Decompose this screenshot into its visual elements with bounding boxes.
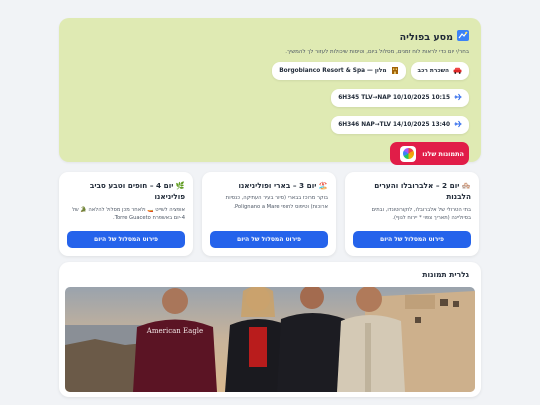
flight-return-label: 6H346 NAP→TLV 14/10/2025 13:40 — [338, 122, 450, 128]
car-rental-chip[interactable]: השכרת רכב — [410, 62, 469, 80]
photos-button-label: התמונות שלנו — [422, 149, 464, 158]
day-3-title: 🏖️ יום 3 – בארי ופוליניאנו — [238, 181, 328, 190]
day-2-title: 🏘️ יום 2 – אלברובלו והערים הלבנות — [374, 181, 471, 202]
our-photos-button[interactable]: התמונות שלנו — [390, 142, 469, 165]
day-card-2: 🏘️ יום 2 – אלברובלו והערים הלבנות בתי הט… — [345, 172, 479, 256]
flight-chip-return[interactable]: 6H346 NAP→TLV 14/10/2025 13:40 — [331, 116, 469, 134]
gallery-title: גלרית תמונות — [422, 270, 469, 279]
day-2-description: בתי הטרולי של אלברובלו, לוקורוטונדו, ובת… — [371, 206, 471, 221]
trip-hero-card: מסע בפוליה בחר/י יום כדי לראות לוח זמנים… — [59, 18, 481, 165]
hero-subtitle: בחר/י יום כדי לראות לוח זמנים, מסלול ביו… — [285, 49, 469, 55]
day-4-details-button[interactable]: פירוט המסלול של היום — [67, 231, 185, 248]
flight-outbound-label: 6H345 TLV→NAP 10/10/2025 10:15 — [338, 95, 450, 101]
day-4-description: אופציה לשייט 🚤 ולאחר מכן מסלול להלאה 🐊 ש… — [72, 206, 185, 221]
hero-title-row: מסע בפוליה — [71, 30, 469, 44]
plane-icon — [454, 93, 462, 103]
plane-icon — [454, 120, 462, 130]
day-card-3: 🏖️ יום 3 – בארי ופוליניאנו בוקר מרוכז בב… — [202, 172, 336, 256]
day-4-title: 🌿 יום 4 – חופים וטבע סביב פוליניאנו — [89, 181, 185, 202]
flight-row-1: 6H345 TLV→NAP 10/10/2025 10:15 — [71, 86, 469, 107]
hotel-label: מלון — Borgobianco Resort & Spa — [279, 68, 387, 74]
day-card-4: 🌿 יום 4 – חופים וטבע סביב פוליניאנו אופצ… — [59, 172, 193, 256]
hotel-chip[interactable]: מלון — Borgobianco Resort & Spa — [272, 62, 406, 80]
photos-button-row: התמונות שלנו — [71, 134, 469, 165]
day-3-details-button[interactable]: פירוט המסלול של היום — [210, 231, 328, 248]
hero-title: מסע בפוליה — [399, 31, 453, 43]
hotel-icon — [391, 66, 399, 76]
flight-chip-outbound[interactable]: 6H345 TLV→NAP 10/10/2025 10:15 — [331, 89, 469, 107]
day-3-description: בוקר מרוכז בבארי (סיור בעיר העתיקה, כנסי… — [225, 195, 328, 210]
photo-gallery-card: גלרית תמונות American Eagle — [59, 262, 481, 397]
day-2-details-button[interactable]: פירוט המסלול של היום — [353, 231, 471, 248]
car-rental-label: השכרת רכב — [417, 68, 449, 74]
hero-chips: השכרת רכב מלון — Borgobianco Resort & Sp… — [71, 62, 469, 80]
gallery-photo[interactable]: American Eagle — [65, 287, 475, 392]
shirt-print: American Eagle — [146, 327, 203, 335]
photos-app-icon — [400, 145, 417, 162]
flight-row-2: 6H346 NAP→TLV 14/10/2025 13:40 — [71, 113, 469, 134]
car-icon — [453, 67, 462, 76]
map-icon — [457, 30, 469, 44]
